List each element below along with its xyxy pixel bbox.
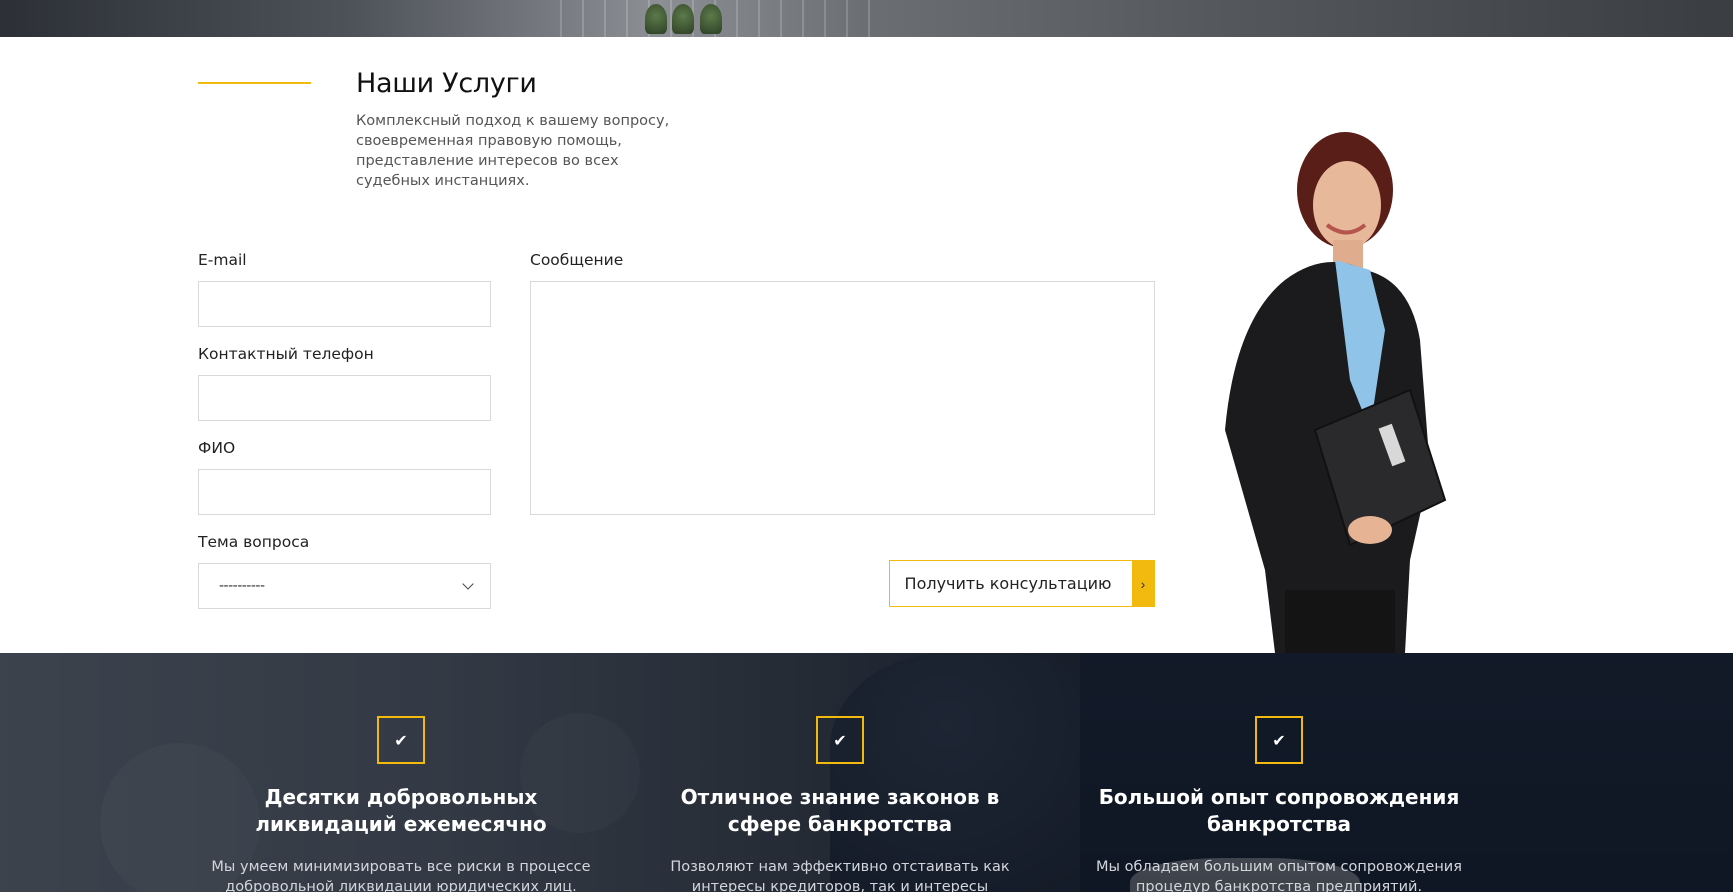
check-badge: ✔ <box>816 716 864 764</box>
name-field[interactable] <box>198 469 491 515</box>
get-consultation-label: Получить консультацию <box>904 574 1112 593</box>
section-description: Комплексный подход к вашему вопросу, сво… <box>356 113 670 189</box>
name-label: ФИО <box>198 439 236 457</box>
check-badge: ✔ <box>1255 716 1303 764</box>
check-badge: ✔ <box>377 716 425 764</box>
feature-text: Мы обладаем большим опытом сопровождения… <box>1096 859 1462 892</box>
feature-card: ✔ Отличное знание законов в сфере банкро… <box>650 716 1030 892</box>
email-label: E-mail <box>198 251 247 269</box>
banner-plant <box>672 4 694 34</box>
topic-label: Тема вопроса <box>198 533 310 551</box>
get-consultation-button[interactable]: Получить консультацию › <box>889 560 1155 607</box>
message-label: Сообщение <box>530 251 624 269</box>
banner-plant <box>645 4 667 34</box>
feature-title: Большой опыт сопровождения банкротства <box>1098 785 1460 836</box>
consultant-photo <box>1225 132 1447 653</box>
feature-text: Позволяют нам эффективно отстаивать как … <box>670 859 1010 892</box>
banner-plant <box>700 4 722 34</box>
section-accent-line <box>198 82 311 84</box>
phone-label: Контактный телефон <box>198 345 374 363</box>
banner-building-windows <box>560 0 890 37</box>
email-field[interactable] <box>198 281 491 327</box>
chevron-right-icon: › <box>1132 561 1154 606</box>
top-banner-image <box>0 0 1733 37</box>
phone-field[interactable] <box>198 375 491 421</box>
check-icon: ✔ <box>1272 730 1286 750</box>
feature-card: ✔ Десятки добровольных ликвидаций ежемес… <box>211 716 591 892</box>
message-field[interactable] <box>530 281 1155 515</box>
check-icon: ✔ <box>394 730 408 750</box>
chevron-down-icon <box>462 578 474 590</box>
check-icon: ✔ <box>833 730 847 750</box>
feature-text: Мы умеем минимизировать все риски в проц… <box>211 859 591 892</box>
section-title: Наши Услуги <box>356 68 537 99</box>
topic-selected-value: ---------- <box>219 578 265 594</box>
feature-title: Отличное знание законов в сфере банкротс… <box>680 785 1000 836</box>
topic-select[interactable]: ---------- <box>198 563 491 609</box>
feature-title: Десятки добровольных ликвидаций ежемесяч… <box>255 785 547 836</box>
feature-card: ✔ Большой опыт сопровождения банкротства… <box>1089 716 1469 892</box>
